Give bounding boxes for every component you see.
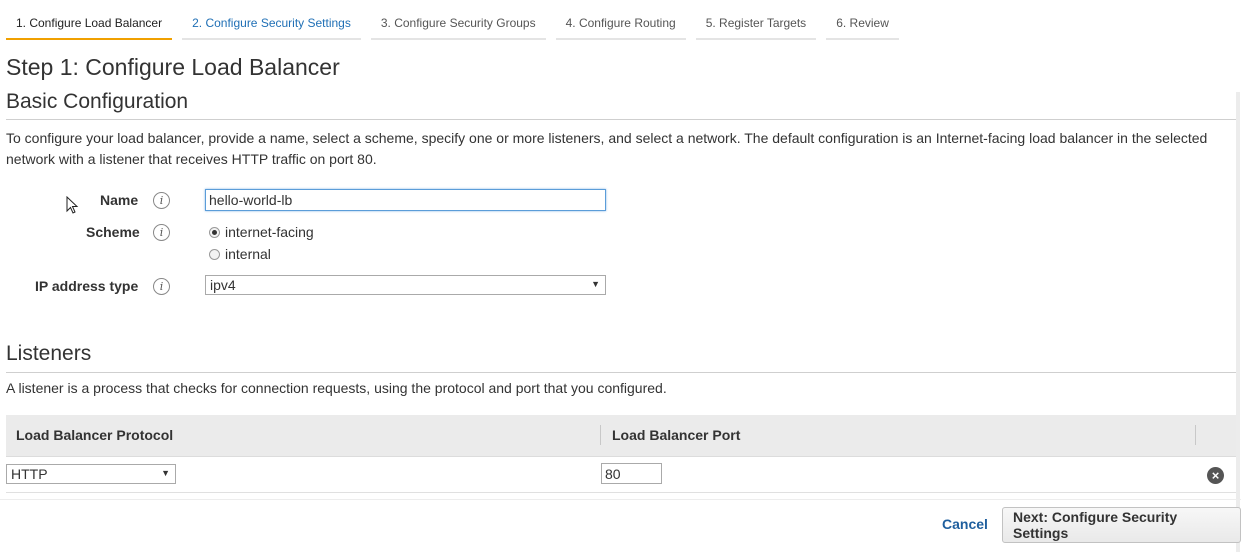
chevron-down-icon: ▼ [591,279,600,289]
page-title: Step 1: Configure Load Balancer [6,54,340,80]
column-separator [1195,425,1196,445]
wizard-tabs: 1. Configure Load Balancer 2. Configure … [6,10,909,40]
scrollbar[interactable] [1236,92,1240,552]
scheme-option-internal[interactable]: internal [209,246,271,262]
port-input[interactable] [601,463,662,484]
footer-divider [0,499,1241,500]
tab-configure-load-balancer[interactable]: 1. Configure Load Balancer [6,10,173,40]
listeners-description: A listener is a process that checks for … [6,380,667,396]
column-header-port: Load Balancer Port [612,427,741,443]
column-header-protocol: Load Balancer Protocol [16,427,174,443]
ip-address-type-label: IP address type [35,278,139,294]
ip-address-type-select[interactable]: ipv4 ▼ [205,275,606,295]
tab-register-targets[interactable]: 5. Register Targets [695,10,817,40]
name-info-icon[interactable]: i [153,192,170,209]
section-divider [6,119,1236,120]
scheme-label: Scheme [86,224,140,240]
listeners-heading: Listeners [6,342,92,365]
protocol-select[interactable]: HTTP ▼ [6,464,176,484]
protocol-value: HTTP [11,466,48,482]
radio-internal[interactable] [209,248,220,260]
ip-address-type-info-icon[interactable]: i [153,278,170,295]
scheme-option-internet-facing[interactable]: internet-facing [209,224,314,240]
tab-configure-security-groups[interactable]: 3. Configure Security Groups [370,10,546,40]
chevron-down-icon: ▼ [161,468,170,478]
mouse-cursor-icon [66,196,79,214]
radio-label-internal: internal [225,246,271,262]
next-configure-security-settings-button[interactable]: Next: Configure Security Settings [1002,507,1241,543]
name-label: Name [100,192,139,208]
name-input[interactable] [205,189,606,211]
listeners-table-header: Load Balancer Protocol Load Balancer Por… [6,415,1236,457]
tab-configure-security-settings[interactable]: 2. Configure Security Settings [182,10,361,40]
tab-configure-routing[interactable]: 4. Configure Routing [555,10,686,40]
radio-internet-facing[interactable] [209,226,220,238]
column-separator [600,425,601,445]
tab-review[interactable]: 6. Review [826,10,899,40]
basic-configuration-heading: Basic Configuration [6,90,189,113]
basic-configuration-description: To configure your load balancer, provide… [6,130,1208,167]
remove-icon[interactable]: × [1207,467,1224,484]
radio-label-internet-facing: internet-facing [225,224,314,240]
ip-address-type-value: ipv4 [210,277,236,293]
section-divider [6,372,1236,373]
scheme-info-icon[interactable]: i [153,224,170,241]
cancel-button[interactable]: Cancel [942,516,988,532]
